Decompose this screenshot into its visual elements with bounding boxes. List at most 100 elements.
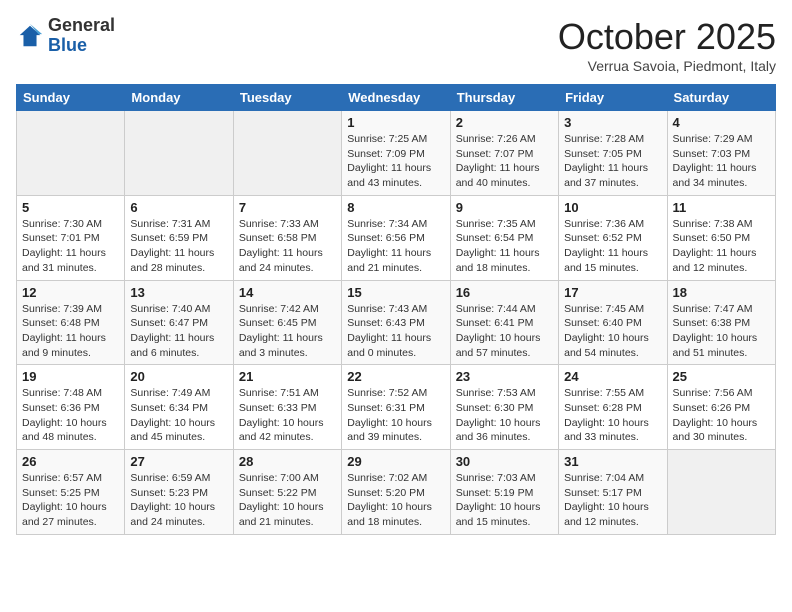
day-info: Sunrise: 7:38 AM Sunset: 6:50 PM Dayligh… bbox=[673, 217, 770, 276]
day-info: Sunrise: 7:33 AM Sunset: 6:58 PM Dayligh… bbox=[239, 217, 336, 276]
calendar-cell: 31Sunrise: 7:04 AM Sunset: 5:17 PM Dayli… bbox=[559, 450, 667, 535]
day-number: 6 bbox=[130, 200, 227, 215]
calendar-cell: 5 Sunrise: 7:30 AM Sunset: 7:01 PM Daylig… bbox=[17, 195, 125, 280]
day-number: 9 bbox=[456, 200, 553, 215]
weekday-header-sunday: Sunday bbox=[17, 85, 125, 111]
calendar-cell bbox=[125, 111, 233, 196]
day-number: 16 bbox=[456, 285, 553, 300]
day-info: Sunrise: 7:56 AM Sunset: 6:26 PM Dayligh… bbox=[673, 386, 770, 445]
page-header: General Blue October 2025 Verrua Savoia,… bbox=[16, 16, 776, 74]
calendar-week-1: 1 Sunrise: 7:25 AM Sunset: 7:09 PM Daylig… bbox=[17, 111, 776, 196]
day-info: Sunrise: 7:03 AM Sunset: 5:19 PM Dayligh… bbox=[456, 471, 553, 530]
month-title: October 2025 bbox=[558, 16, 776, 58]
day-info: Sunrise: 7:02 AM Sunset: 5:20 PM Dayligh… bbox=[347, 471, 444, 530]
calendar-cell: 18Sunrise: 7:47 AM Sunset: 6:38 PM Dayli… bbox=[667, 280, 775, 365]
day-number: 20 bbox=[130, 369, 227, 384]
calendar-cell: 13Sunrise: 7:40 AM Sunset: 6:47 PM Dayli… bbox=[125, 280, 233, 365]
location-subtitle: Verrua Savoia, Piedmont, Italy bbox=[558, 58, 776, 74]
day-info: Sunrise: 7:55 AM Sunset: 6:28 PM Dayligh… bbox=[564, 386, 661, 445]
day-info: Sunrise: 7:47 AM Sunset: 6:38 PM Dayligh… bbox=[673, 302, 770, 361]
day-number: 22 bbox=[347, 369, 444, 384]
calendar-cell: 11Sunrise: 7:38 AM Sunset: 6:50 PM Dayli… bbox=[667, 195, 775, 280]
day-number: 21 bbox=[239, 369, 336, 384]
day-number: 2 bbox=[456, 115, 553, 130]
calendar-cell: 27 Sunrise: 6:59 AM Sunset: 5:23 PM Dayli… bbox=[125, 450, 233, 535]
weekday-header-row: SundayMondayTuesdayWednesdayThursdayFrid… bbox=[17, 85, 776, 111]
calendar-week-3: 12 Sunrise: 7:39 AM Sunset: 6:48 PM Dayli… bbox=[17, 280, 776, 365]
day-info: Sunrise: 7:29 AM Sunset: 7:03 PM Dayligh… bbox=[673, 132, 770, 191]
weekday-header-wednesday: Wednesday bbox=[342, 85, 450, 111]
day-number: 10 bbox=[564, 200, 661, 215]
day-number: 24 bbox=[564, 369, 661, 384]
day-number: 3 bbox=[564, 115, 661, 130]
day-number: 15 bbox=[347, 285, 444, 300]
calendar-cell: 2 Sunrise: 7:26 AM Sunset: 7:07 PM Daylig… bbox=[450, 111, 558, 196]
calendar-cell: 8Sunrise: 7:34 AM Sunset: 6:56 PM Daylig… bbox=[342, 195, 450, 280]
weekday-header-tuesday: Tuesday bbox=[233, 85, 341, 111]
calendar-cell: 7Sunrise: 7:33 AM Sunset: 6:58 PM Daylig… bbox=[233, 195, 341, 280]
day-number: 12 bbox=[22, 285, 119, 300]
day-info: Sunrise: 7:28 AM Sunset: 7:05 PM Dayligh… bbox=[564, 132, 661, 191]
weekday-header-monday: Monday bbox=[125, 85, 233, 111]
day-number: 1 bbox=[347, 115, 444, 130]
day-info: Sunrise: 7:45 AM Sunset: 6:40 PM Dayligh… bbox=[564, 302, 661, 361]
weekday-header-saturday: Saturday bbox=[667, 85, 775, 111]
logo-icon bbox=[16, 22, 44, 50]
day-info: Sunrise: 7:53 AM Sunset: 6:30 PM Dayligh… bbox=[456, 386, 553, 445]
calendar-cell: 22Sunrise: 7:52 AM Sunset: 6:31 PM Dayli… bbox=[342, 365, 450, 450]
day-number: 26 bbox=[22, 454, 119, 469]
calendar-cell: 20 Sunrise: 7:49 AM Sunset: 6:34 PM Dayli… bbox=[125, 365, 233, 450]
day-info: Sunrise: 7:42 AM Sunset: 6:45 PM Dayligh… bbox=[239, 302, 336, 361]
day-info: Sunrise: 7:35 AM Sunset: 6:54 PM Dayligh… bbox=[456, 217, 553, 276]
calendar-week-2: 5 Sunrise: 7:30 AM Sunset: 7:01 PM Daylig… bbox=[17, 195, 776, 280]
calendar-week-5: 26 Sunrise: 6:57 AM Sunset: 5:25 PM Dayli… bbox=[17, 450, 776, 535]
day-number: 17 bbox=[564, 285, 661, 300]
day-info: Sunrise: 7:00 AM Sunset: 5:22 PM Dayligh… bbox=[239, 471, 336, 530]
day-info: Sunrise: 7:26 AM Sunset: 7:07 PM Dayligh… bbox=[456, 132, 553, 191]
calendar-cell: 23Sunrise: 7:53 AM Sunset: 6:30 PM Dayli… bbox=[450, 365, 558, 450]
day-number: 28 bbox=[239, 454, 336, 469]
day-info: Sunrise: 7:30 AM Sunset: 7:01 PM Dayligh… bbox=[22, 217, 119, 276]
day-info: Sunrise: 7:44 AM Sunset: 6:41 PM Dayligh… bbox=[456, 302, 553, 361]
day-number: 29 bbox=[347, 454, 444, 469]
calendar-cell: 15 Sunrise: 7:43 AM Sunset: 6:43 PM Dayli… bbox=[342, 280, 450, 365]
calendar-cell: 3 Sunrise: 7:28 AM Sunset: 7:05 PM Daylig… bbox=[559, 111, 667, 196]
calendar-cell bbox=[17, 111, 125, 196]
day-number: 27 bbox=[130, 454, 227, 469]
day-info: Sunrise: 6:57 AM Sunset: 5:25 PM Dayligh… bbox=[22, 471, 119, 530]
day-info: Sunrise: 7:51 AM Sunset: 6:33 PM Dayligh… bbox=[239, 386, 336, 445]
calendar-cell: 24 Sunrise: 7:55 AM Sunset: 6:28 PM Dayli… bbox=[559, 365, 667, 450]
calendar-week-4: 19 Sunrise: 7:48 AM Sunset: 6:36 PM Dayli… bbox=[17, 365, 776, 450]
day-info: Sunrise: 6:59 AM Sunset: 5:23 PM Dayligh… bbox=[130, 471, 227, 530]
day-number: 5 bbox=[22, 200, 119, 215]
day-info: Sunrise: 7:25 AM Sunset: 7:09 PM Dayligh… bbox=[347, 132, 444, 191]
calendar-cell: 9 Sunrise: 7:35 AM Sunset: 6:54 PM Daylig… bbox=[450, 195, 558, 280]
weekday-header-thursday: Thursday bbox=[450, 85, 558, 111]
calendar-cell: 28 Sunrise: 7:00 AM Sunset: 5:22 PM Dayli… bbox=[233, 450, 341, 535]
calendar-cell: 19 Sunrise: 7:48 AM Sunset: 6:36 PM Dayli… bbox=[17, 365, 125, 450]
calendar-cell: 1 Sunrise: 7:25 AM Sunset: 7:09 PM Daylig… bbox=[342, 111, 450, 196]
calendar-cell bbox=[233, 111, 341, 196]
day-number: 30 bbox=[456, 454, 553, 469]
day-number: 14 bbox=[239, 285, 336, 300]
day-number: 19 bbox=[22, 369, 119, 384]
day-info: Sunrise: 7:48 AM Sunset: 6:36 PM Dayligh… bbox=[22, 386, 119, 445]
logo-general-text: General bbox=[48, 15, 115, 35]
day-number: 13 bbox=[130, 285, 227, 300]
title-area: October 2025 Verrua Savoia, Piedmont, It… bbox=[558, 16, 776, 74]
calendar-cell: 17 Sunrise: 7:45 AM Sunset: 6:40 PM Dayli… bbox=[559, 280, 667, 365]
calendar-cell: 4Sunrise: 7:29 AM Sunset: 7:03 PM Daylig… bbox=[667, 111, 775, 196]
calendar-cell: 10 Sunrise: 7:36 AM Sunset: 6:52 PM Dayli… bbox=[559, 195, 667, 280]
day-info: Sunrise: 7:36 AM Sunset: 6:52 PM Dayligh… bbox=[564, 217, 661, 276]
day-info: Sunrise: 7:39 AM Sunset: 6:48 PM Dayligh… bbox=[22, 302, 119, 361]
weekday-header-friday: Friday bbox=[559, 85, 667, 111]
day-info: Sunrise: 7:43 AM Sunset: 6:43 PM Dayligh… bbox=[347, 302, 444, 361]
day-info: Sunrise: 7:31 AM Sunset: 6:59 PM Dayligh… bbox=[130, 217, 227, 276]
logo-blue-text: Blue bbox=[48, 35, 87, 55]
day-info: Sunrise: 7:49 AM Sunset: 6:34 PM Dayligh… bbox=[130, 386, 227, 445]
calendar-cell: 29 Sunrise: 7:02 AM Sunset: 5:20 PM Dayli… bbox=[342, 450, 450, 535]
calendar-cell: 21 Sunrise: 7:51 AM Sunset: 6:33 PM Dayli… bbox=[233, 365, 341, 450]
calendar-cell: 26 Sunrise: 6:57 AM Sunset: 5:25 PM Dayli… bbox=[17, 450, 125, 535]
calendar-cell: 25Sunrise: 7:56 AM Sunset: 6:26 PM Dayli… bbox=[667, 365, 775, 450]
logo: General Blue bbox=[16, 16, 115, 56]
